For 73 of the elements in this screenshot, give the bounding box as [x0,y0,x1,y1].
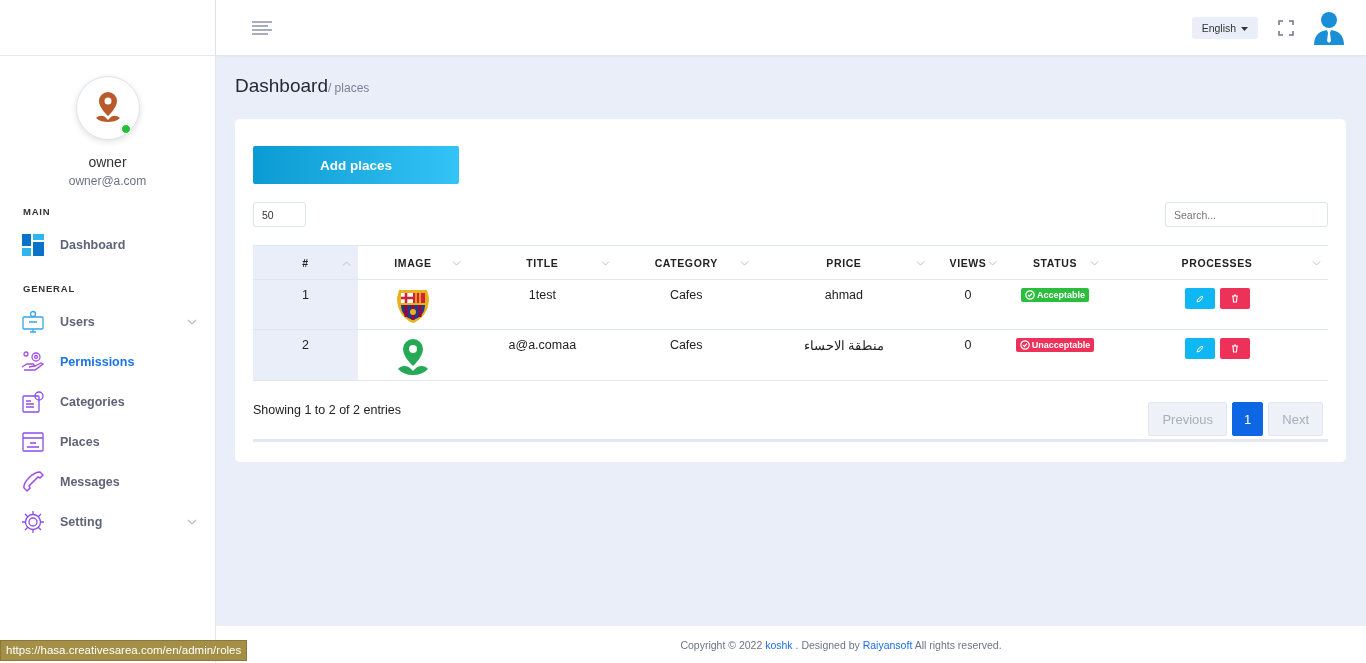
table-cell: Cafes [669,338,703,352]
sort-down-icon [600,261,610,266]
table-cell: 0 [964,288,972,302]
page-button[interactable]: 1 [1232,402,1264,436]
user-name: owner [88,154,127,170]
column-header[interactable]: # [253,245,358,280]
trash-icon [1230,344,1239,353]
table-cell: 0 [964,338,972,352]
table-cell: a@a.comaa [508,338,577,352]
link-url-tooltip: https://hasa.creativesarea.com/en/admin/roles [0,640,248,661]
caret-down-icon [1241,26,1248,31]
sidebar-item[interactable]: Setting [0,502,215,542]
pencil-icon [1195,344,1204,353]
search-field[interactable]: Search... [1165,202,1328,227]
section-heading: GENERAL [22,282,77,296]
column-header[interactable]: STATUS [1004,245,1106,280]
section-heading: MAIN [22,205,52,219]
table-cell: منطقة الاحساء [803,339,885,353]
footer-link[interactable]: koshk [765,638,793,651]
table-cell: 2 [302,338,309,352]
chevron-down-icon [187,519,197,525]
column-header[interactable]: PROCESSES [1106,245,1328,280]
status-badge: Unacceptable [1015,338,1095,352]
user-email: owner@a.com [68,174,147,188]
table-cell: ahmad [824,288,863,302]
page-title: Dashboard [235,75,328,97]
sort-down-icon [739,261,749,266]
monitor-person-icon [21,310,45,334]
sort-down-icon [452,261,461,266]
entries-summary: Showing 1 to 2 of 2 entries [253,403,401,417]
copyright-text: Copyright © 2022 koshk . Designed by Raiyansoft All rights reserved. [680,638,1002,651]
column-header[interactable]: CATEGORY [616,245,756,280]
fullscreen-icon[interactable] [1278,19,1294,36]
sort-down-icon [1090,261,1099,266]
column-header[interactable]: PRICE [755,245,932,280]
edit-button[interactable] [1184,288,1215,309]
gear-icon [21,510,45,534]
sidebar-item[interactable]: Dashboard [0,225,215,265]
calendar-board-icon [21,430,45,454]
language-dropdown[interactable]: English [1191,16,1258,39]
sidebar-item[interactable]: Permissions [0,342,215,382]
delete-button[interactable] [1219,288,1250,309]
page-size-field[interactable]: 50 [253,202,306,227]
footer-link[interactable]: Raiyansoft [862,638,913,651]
chevron-down-icon [187,319,197,325]
table-cell: 1 [302,288,309,302]
sort-up-icon [342,261,351,266]
sort-down-icon [988,261,997,266]
sidebar-item[interactable]: Messages [0,462,215,502]
user-avatar-icon[interactable] [1314,10,1344,45]
edit-button[interactable] [1184,338,1215,359]
sort-down-icon [1312,261,1321,266]
sidebar-item[interactable]: Categories [0,382,215,422]
document-gear-icon [21,390,45,414]
pencil-icon [1195,294,1204,303]
column-header[interactable]: TITLE [468,245,617,280]
column-header[interactable]: IMAGE [358,245,468,280]
status-badge: Acceptable [1021,288,1089,302]
sort-down-icon [916,261,925,266]
menu-icon[interactable] [252,20,272,35]
sidebar-item[interactable]: Users [0,302,215,342]
crest-image [396,288,430,324]
trash-icon [1230,294,1239,303]
column-header[interactable]: VIEWS [932,245,1004,280]
table-cell: Cafes [669,288,703,302]
delete-button[interactable] [1219,338,1250,359]
sidebar-item[interactable]: Places [0,422,215,462]
map-pin-image [396,338,430,376]
breadcrumb: / places [327,81,370,95]
dashboard-grid-icon [22,234,44,256]
phone-icon [21,470,45,494]
table-cell: 1test [528,288,556,302]
hand-gear-icon [21,350,45,374]
